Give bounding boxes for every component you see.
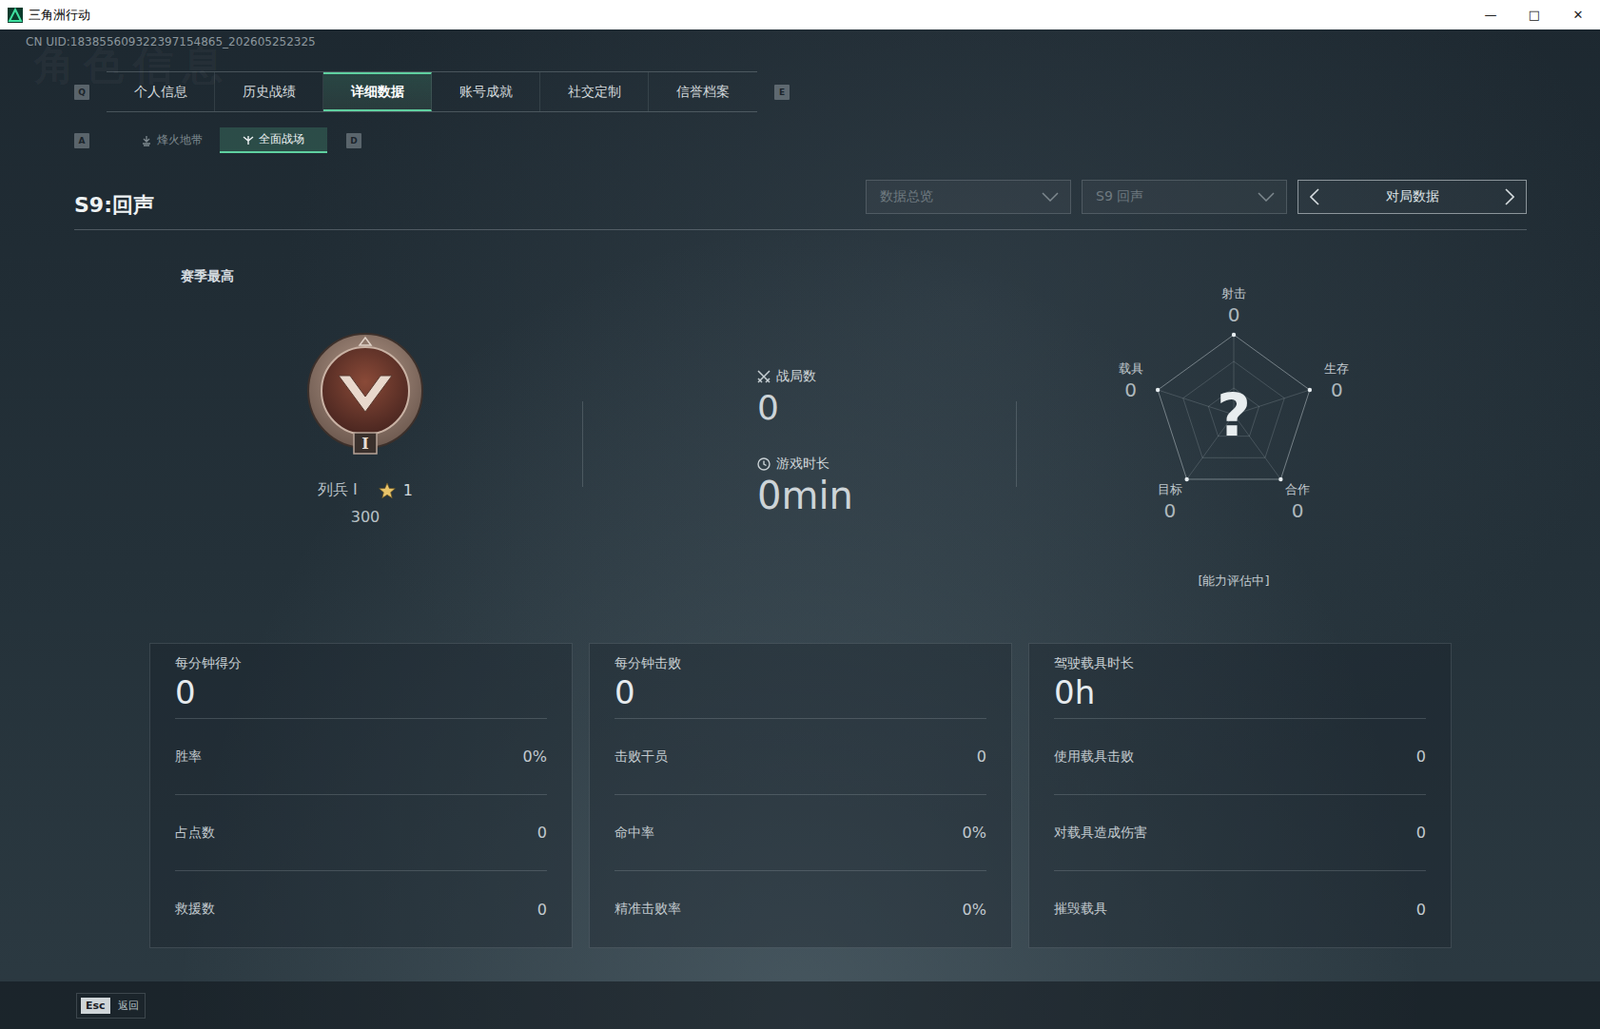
ability-radar-panel: ? 射击0 生存0 合作0 目标0 载具0 [能力评估中] (1016, 230, 1527, 625)
main-tab[interactable]: 个人信息 (106, 72, 215, 112)
summary-stat: 游戏时长0min (757, 455, 1016, 517)
column-divider (1015, 401, 1017, 488)
window-control-button[interactable]: ✕ (1556, 0, 1600, 30)
stat-card: 驾驶载具时长0h 使用载具击败0对载具造成伤害0摧毁载具0 (1028, 643, 1452, 949)
stat-row: 救援数0 (175, 871, 547, 948)
filter-dropdown[interactable]: S9 回声 (1081, 179, 1288, 215)
window-control-button[interactable]: □ (1512, 0, 1557, 30)
stat-row: 摧毁载具0 (1053, 871, 1426, 948)
column-divider (582, 401, 584, 488)
game-window: 三角洲行动—□✕角色信息CN UID:183855609322397154865… (0, 0, 1600, 1029)
stat-card: 每分钟击败0 击败干员0命中率0%精准击败率0% (588, 643, 1013, 949)
rank-star-count: 1 (403, 481, 413, 500)
back-button[interactable]: Esc返回 (76, 993, 146, 1019)
stat-row: 命中率0% (614, 795, 987, 872)
next-mode-key[interactable]: D (346, 133, 362, 149)
radar-axis-label: 目标0 (1157, 481, 1183, 524)
title-bar: 三角洲行动 —□✕ (0, 0, 1600, 30)
main-tabs: Q 个人信息历史战绩详细数据账号成就社交定制信誉档案 E (74, 72, 1527, 112)
main-tab[interactable]: 社交定制 (540, 72, 649, 112)
chevron-left-icon[interactable] (1309, 188, 1320, 206)
card-value: 0 (614, 672, 987, 713)
crossed-swords-icon (757, 370, 771, 384)
main-tab[interactable]: 历史战绩 (214, 72, 324, 112)
main-tab[interactable]: 信誉档案 (648, 72, 758, 112)
window-controls: —□✕ (1468, 0, 1600, 30)
rank-points: 300 (351, 507, 381, 527)
rank-heading: 赛季最高 (74, 268, 583, 286)
esc-key: Esc (80, 997, 111, 1015)
radar-status: [能力评估中] (1091, 572, 1377, 590)
season-title: S9:回声 (74, 191, 155, 220)
card-value: 0h (1053, 672, 1426, 713)
player-uid: CN UID:183855609322397154865_20260525232… (0, 29, 1600, 50)
radar-axis-label: 合作0 (1285, 481, 1310, 524)
footer-bar: Esc返回 (0, 981, 1600, 1029)
mode-tabs: A 烽火地带全面战场 D (74, 127, 1527, 154)
svg-text:I: I (361, 434, 369, 453)
stat-row: 胜率0% (175, 719, 547, 796)
main-tab[interactable]: 账号成就 (431, 72, 541, 112)
next-tab-key[interactable]: E (774, 84, 790, 100)
chevron-down-icon (1041, 192, 1059, 202)
stat-cards: 每分钟得分0胜率0%占点数0救援数0每分钟击败0击败干员0命中率0%精准击败率0… (149, 643, 1452, 949)
card-title: 驾驶载具时长 (1053, 655, 1426, 673)
summary-stat: 战局数0 (757, 368, 1016, 430)
star-icon (378, 482, 396, 500)
stat-row: 对载具造成伤害0 (1053, 795, 1426, 872)
rank-name: 列兵 I (317, 480, 358, 501)
prev-mode-key[interactable]: A (74, 133, 90, 149)
card-title: 每分钟得分 (175, 655, 547, 673)
warfare-icon (242, 134, 254, 146)
stepper-value: 对局数据 (1385, 188, 1440, 206)
window-title: 三角洲行动 (28, 6, 91, 24)
game-logo-icon (7, 7, 23, 23)
rank-emblem-icon: I (300, 330, 430, 460)
card-value: 0 (175, 672, 547, 713)
ability-radar-chart: ? 射击0 生存0 合作0 目标0 载具0 (1091, 272, 1377, 558)
filter-dropdown[interactable]: 数据总览 (865, 179, 1072, 215)
main-area: 角色信息CN UID:183855609322397154865_2026052… (0, 29, 1600, 1029)
radar-axis-label: 载具0 (1118, 360, 1144, 403)
rank-panel: 赛季最高 I 列兵 I 1 300 (74, 230, 583, 625)
mode-tab[interactable]: 全面战场 (219, 127, 328, 154)
extraction-icon (140, 135, 153, 147)
radar-unknown-mark: ? (1216, 380, 1251, 450)
season-overview: 赛季最高 I 列兵 I 1 300 战局数0 游戏时长0min? 射击0 生存0 合作0 目标0 载具… (74, 230, 1527, 625)
card-title: 每分钟击败 (614, 655, 987, 673)
radar-axis-label: 射击0 (1221, 285, 1247, 328)
stat-row: 占点数0 (175, 795, 547, 872)
stat-row: 精准击败率0% (614, 871, 987, 948)
main-tab[interactable]: 详细数据 (323, 72, 432, 112)
mode-tab[interactable]: 烽火地带 (123, 127, 220, 154)
stat-row: 使用载具击败0 (1053, 719, 1426, 796)
season-header: S9:回声 数据总览S9 回声 对局数据 (74, 174, 1527, 231)
prev-tab-key[interactable]: Q (74, 84, 90, 100)
stat-row: 击败干员0 (614, 719, 987, 796)
window-control-button[interactable]: — (1468, 0, 1513, 30)
chevron-down-icon (1257, 192, 1275, 202)
summary-panel: 战局数0 游戏时长0min (583, 230, 1016, 625)
stat-card: 每分钟得分0 胜率0%占点数0救援数0 (149, 643, 573, 949)
radar-axis-label: 生存0 (1324, 360, 1349, 403)
chevron-right-icon[interactable] (1504, 188, 1515, 206)
clock-icon (757, 457, 771, 471)
data-type-stepper: 对局数据 (1297, 179, 1527, 215)
